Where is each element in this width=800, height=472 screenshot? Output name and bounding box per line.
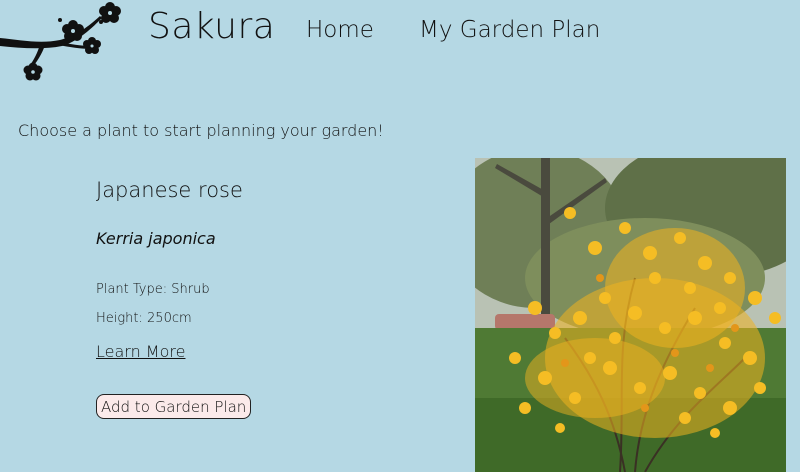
learn-more-link[interactable]: Learn More xyxy=(96,342,185,361)
plant-photo xyxy=(475,158,786,472)
plant-common-name: Japanese rose xyxy=(96,178,243,202)
plant-height: Height: 250cm xyxy=(96,311,192,326)
nav-home-link[interactable]: Home xyxy=(306,17,374,43)
brand-title: Sakura xyxy=(148,6,276,47)
nav-garden-plan-link[interactable]: My Garden Plan xyxy=(419,17,600,43)
plant-scientific-name: Kerria japonica xyxy=(96,229,216,248)
intro-text: Choose a plant to start planning your ga… xyxy=(18,121,384,140)
sakura-branch-logo xyxy=(0,2,121,81)
plant-type: Plant Type: Shrub xyxy=(96,282,210,297)
add-to-garden-plan-button[interactable]: Add to Garden Plan xyxy=(96,394,252,419)
